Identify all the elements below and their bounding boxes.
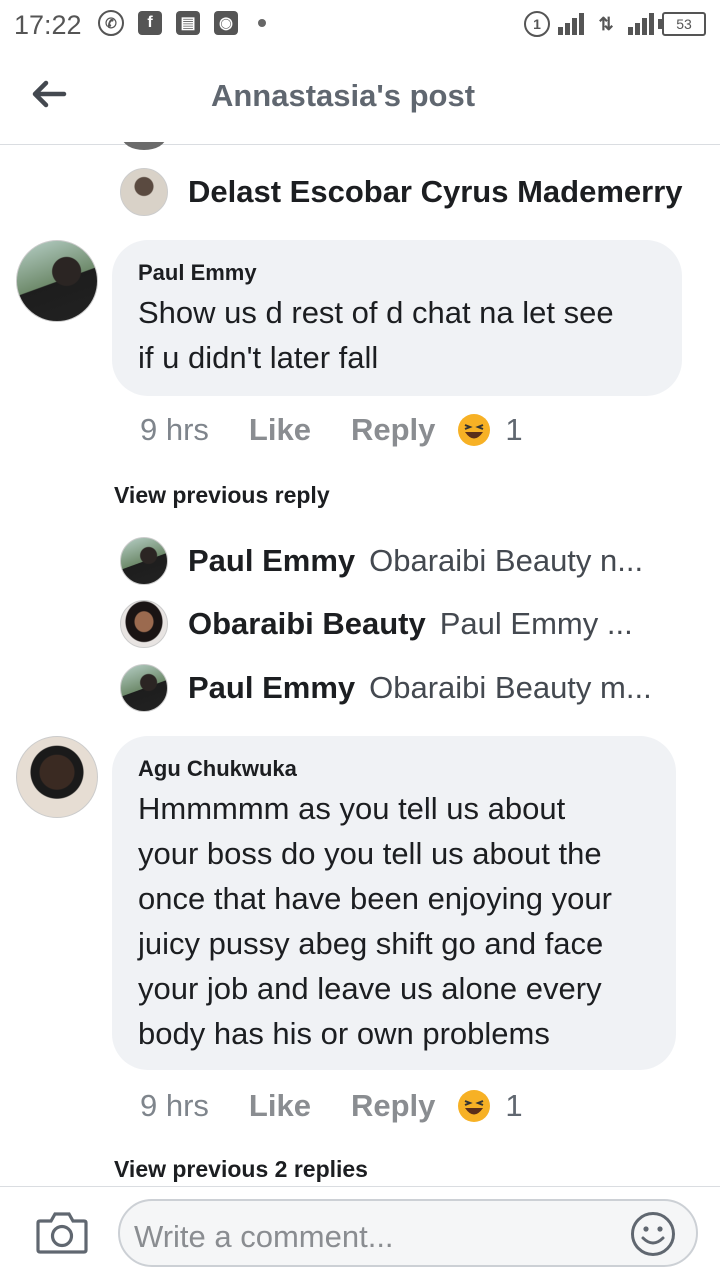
signal-icon (558, 13, 584, 35)
reaction-count[interactable]: 1 (505, 1088, 522, 1124)
whatsapp-icon: ✆ (98, 10, 124, 36)
battery-icon: 53 (658, 12, 706, 36)
avatar[interactable] (16, 240, 98, 322)
comment-composer: Write a comment... (0, 1186, 720, 1281)
comment-actions: 9 hrs Like Reply 1 (140, 412, 523, 448)
reply-author[interactable]: Paul Emmy (188, 670, 355, 706)
comment-input[interactable]: Write a comment... (118, 1199, 698, 1267)
avatar (120, 168, 168, 216)
avatar (120, 664, 168, 712)
laughing-emoji-icon (458, 1090, 491, 1122)
status-bar: 17:22 ✆ f ▤ ◉ 1 ⇅ 53 (0, 0, 720, 50)
avatar (120, 600, 168, 648)
reply-button[interactable]: Reply (351, 1088, 435, 1124)
avatar[interactable] (16, 736, 98, 818)
like-button[interactable]: Like (249, 412, 311, 448)
camera-icon[interactable] (34, 1207, 90, 1257)
game-controller-icon: ◉ (214, 11, 238, 35)
emoji-icon[interactable] (630, 1211, 676, 1257)
comment-bubble: Agu Chukwuka Hmmmmm as you tell us about… (112, 736, 676, 1070)
volte-icon: 1 (524, 11, 550, 37)
reply-preview-row[interactable]: Paul Emmy Obaraibi Beauty m... (120, 664, 652, 712)
comment-text: Show us d rest of d chat na let see if u… (138, 295, 614, 375)
comment-time: 9 hrs (140, 412, 209, 447)
status-time: 17:22 (14, 10, 82, 40)
avatar (120, 537, 168, 585)
comment-actions: 9 hrs Like Reply 1 (140, 1088, 523, 1124)
reply-preview-text: Obaraibi Beauty n... (369, 543, 644, 578)
reply-author[interactable]: Obaraibi Beauty (188, 606, 426, 642)
laughing-emoji-icon (458, 414, 491, 446)
notification-dot-icon (258, 19, 266, 27)
reaction-count[interactable]: 1 (505, 412, 522, 448)
signal-2-icon (628, 13, 654, 35)
battery-level: 53 (676, 16, 692, 32)
data-transfer-icon: ⇅ (598, 13, 614, 34)
like-button[interactable]: Like (249, 1088, 311, 1124)
page-title: Annastasia's post (210, 78, 476, 113)
reply-preview-row[interactable]: Paul Emmy Obaraibi Beauty n... (120, 537, 643, 585)
comment-input-placeholder: Write a comment... (134, 1219, 394, 1254)
news-app-icon: ▤ (176, 11, 200, 35)
reply-author[interactable]: Paul Emmy (188, 543, 355, 579)
comment-author[interactable]: Paul Emmy (138, 260, 257, 286)
reply-preview-text: Paul Emmy ... (439, 606, 633, 641)
comment-author[interactable]: Agu Chukwuka (138, 756, 297, 782)
reply-preview-row[interactable]: Obaraibi Beauty Paul Emmy ... (120, 600, 633, 648)
comment-text: Hmmmmm as you tell us about your boss do… (138, 791, 612, 1051)
comment-bubble: Paul Emmy Show us d rest of d chat na le… (112, 240, 682, 396)
view-previous-replies-link[interactable]: View previous 2 replies (114, 1156, 368, 1183)
reply-author[interactable]: Delast Escobar Cyrus Mademerry (188, 174, 683, 210)
view-previous-replies-link[interactable]: View previous reply (114, 482, 330, 509)
reply-preview-row[interactable]: Delast Escobar Cyrus Mademerry (120, 168, 683, 216)
comment-time: 9 hrs (140, 1088, 209, 1123)
facebook-icon: f (138, 11, 162, 35)
reply-button[interactable]: Reply (351, 412, 435, 448)
header: Annastasia's post (0, 50, 720, 145)
reply-preview-text: Obaraibi Beauty m... (369, 670, 652, 705)
